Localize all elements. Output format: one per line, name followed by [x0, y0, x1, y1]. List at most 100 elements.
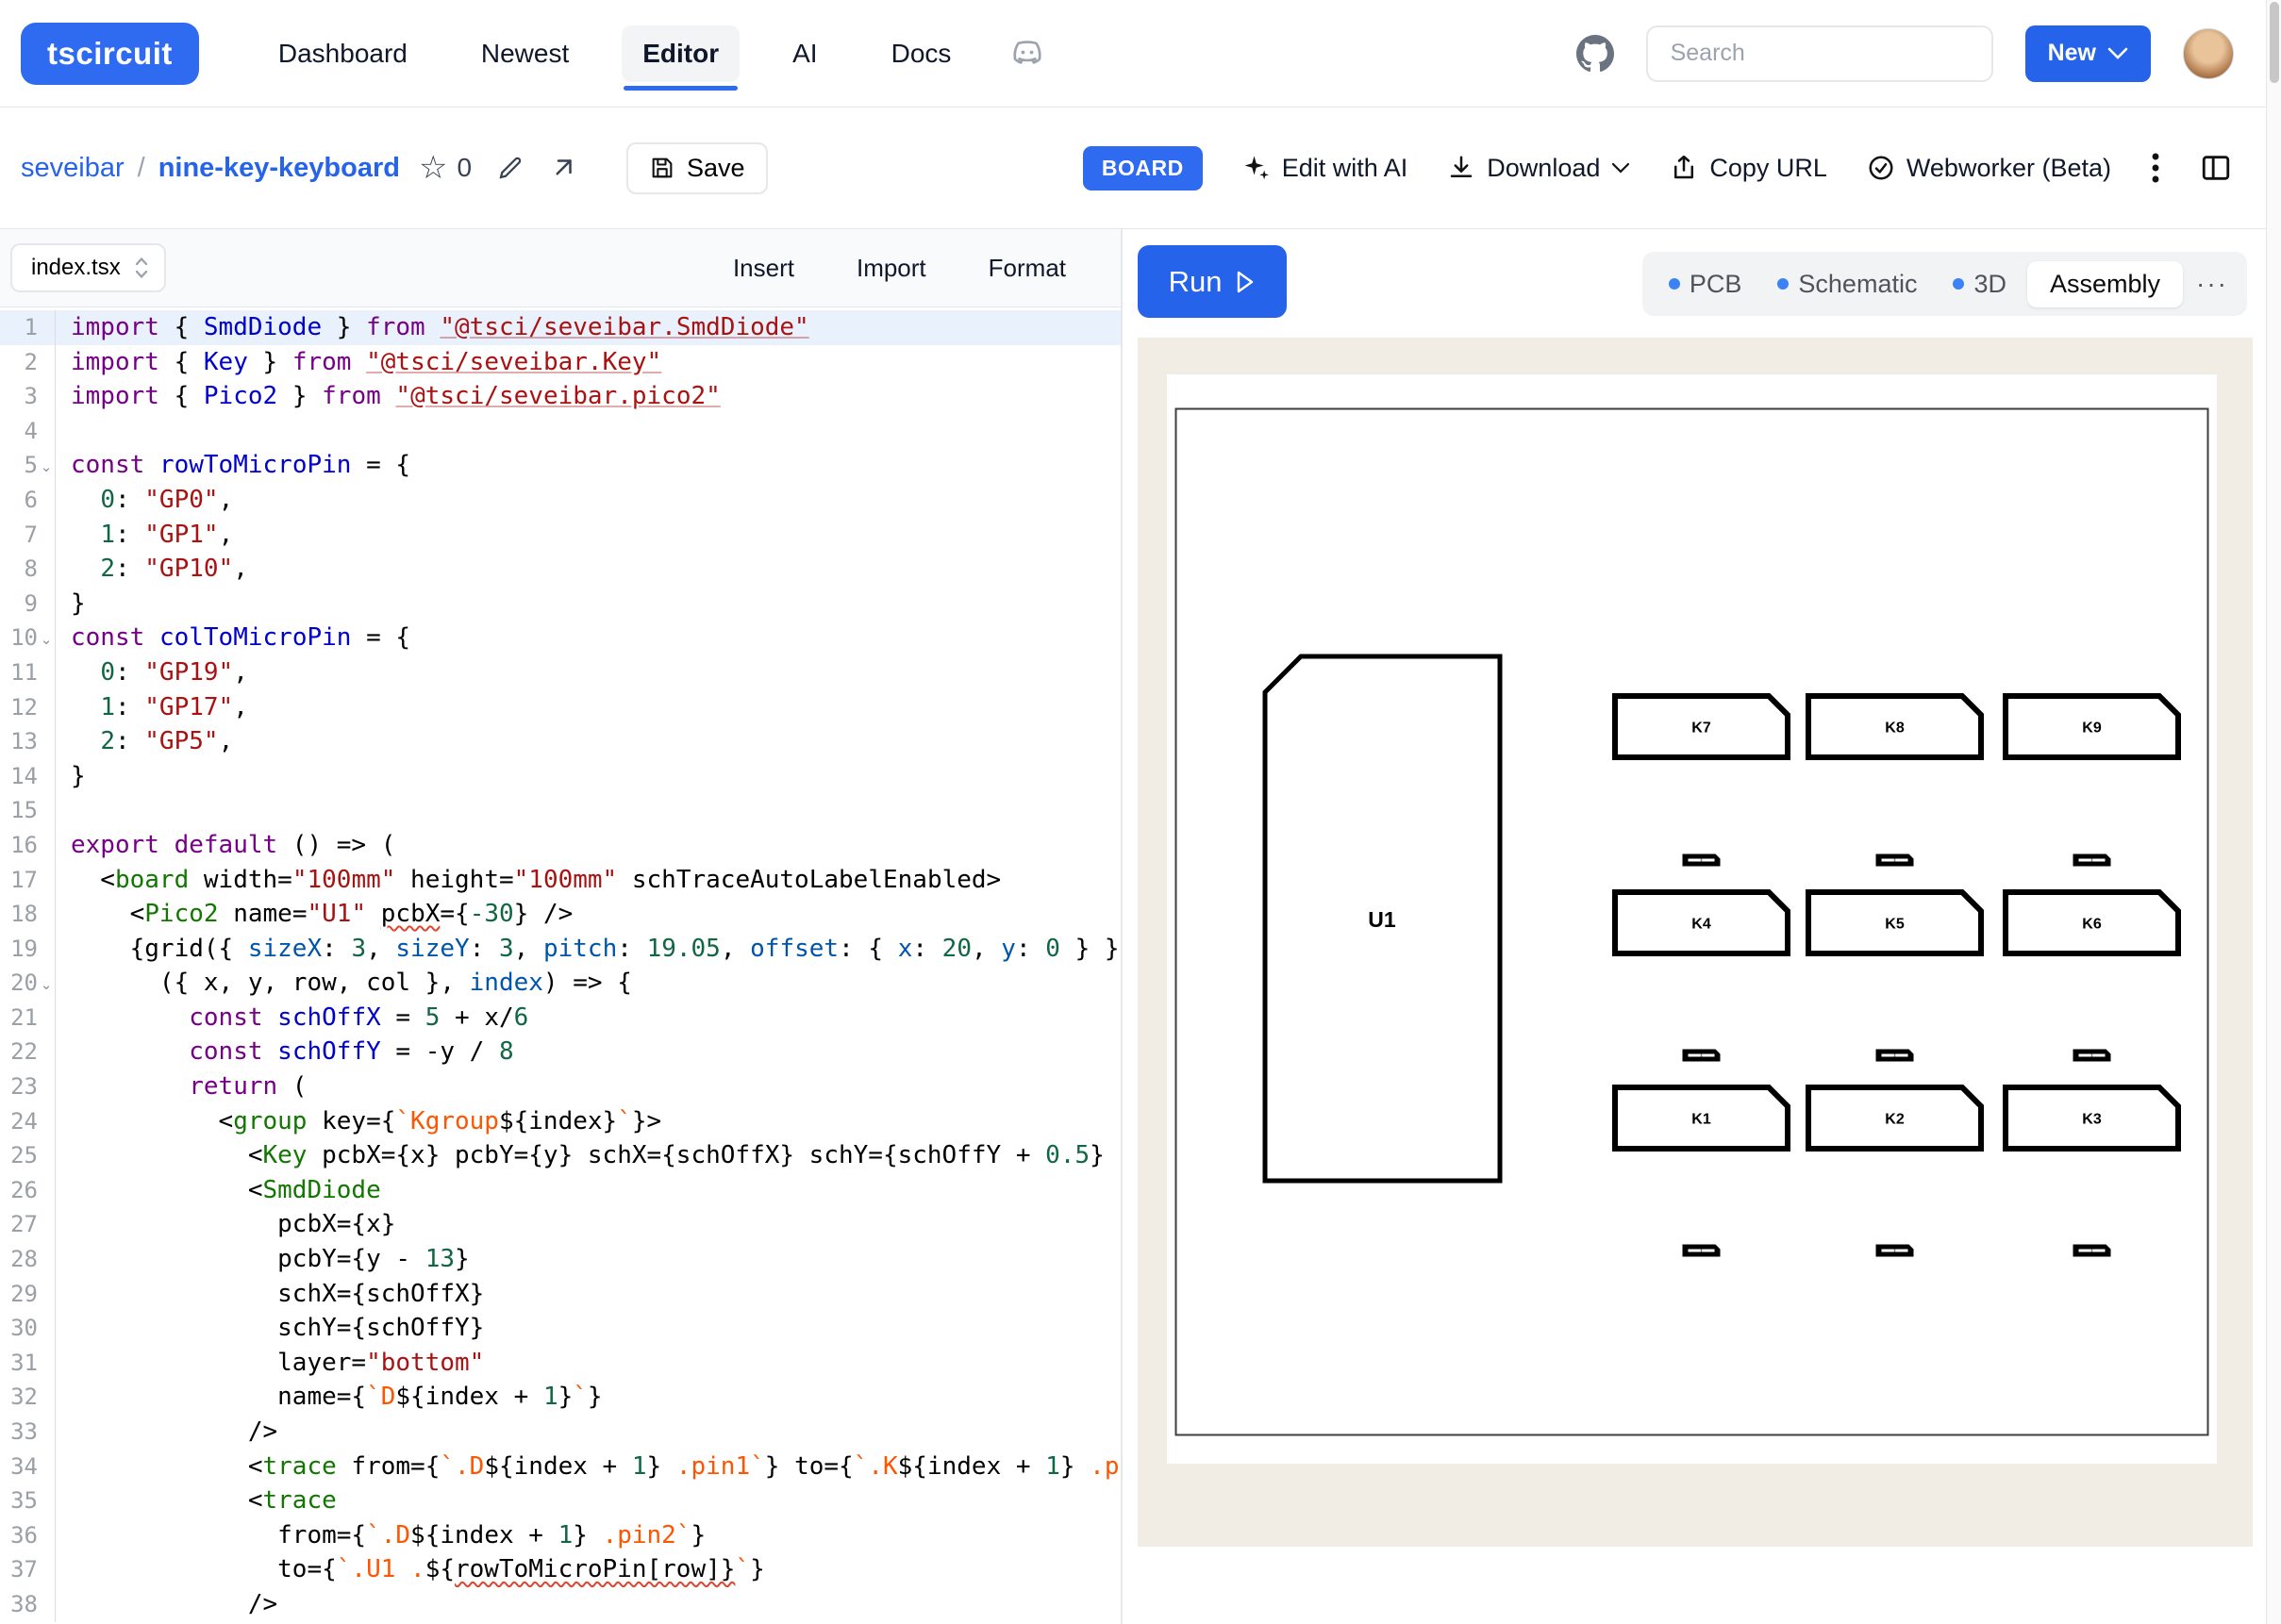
code-line[interactable]: 36 from={`.D${index + 1} .pin2`} — [0, 1518, 1121, 1553]
webworker-label: Webworker (Beta) — [1906, 154, 2111, 183]
tab-schematic[interactable]: Schematic — [1762, 270, 1932, 299]
rename-button[interactable] — [496, 154, 524, 182]
component-k7-label: K7 — [1691, 721, 1711, 737]
code-line[interactable]: 10⌄const colToMicroPin = { — [0, 621, 1121, 655]
code-line[interactable]: 22 const schOffY = -y / 8 — [0, 1035, 1121, 1069]
code-line[interactable]: 35 <trace — [0, 1483, 1121, 1518]
sparkles-icon — [1242, 154, 1271, 182]
nav-link-newest[interactable]: Newest — [460, 25, 590, 82]
code-line[interactable]: 37 to={`.U1 .${rowToMicroPin[row]}`} — [0, 1552, 1121, 1587]
code-line[interactable]: 38 /> — [0, 1587, 1121, 1622]
code-line[interactable]: 2import { Key } from "@tsci/seveibar.Key… — [0, 345, 1121, 380]
code-line[interactable]: 23 return ( — [0, 1069, 1121, 1104]
line-gutter: 12 — [0, 690, 56, 725]
page-scrollbar[interactable] — [2266, 0, 2281, 1624]
code-line[interactable]: 26 <SmdDiode — [0, 1173, 1121, 1208]
line-gutter: 23 — [0, 1069, 56, 1104]
code-line[interactable]: 7 1: "GP1", — [0, 518, 1121, 553]
code-line[interactable]: 1import { SmdDiode } from "@tsci/seveiba… — [0, 310, 1121, 345]
code-line[interactable]: 11 0: "GP19", — [0, 655, 1121, 690]
tscircuit-logo[interactable]: tscircuit — [21, 23, 199, 85]
toggle-panel-button[interactable] — [2200, 152, 2232, 184]
play-icon — [1235, 270, 1256, 294]
nav-link-docs[interactable]: Docs — [871, 25, 973, 82]
code-line[interactable]: 9} — [0, 587, 1121, 621]
line-gutter: 35 — [0, 1483, 56, 1518]
tab-3d[interactable]: 3D — [1938, 270, 2022, 299]
tab-assembly[interactable]: Assembly — [2027, 261, 2183, 307]
code-line[interactable]: 24 <group key={`Kgroup${index}`}> — [0, 1104, 1121, 1139]
assembly-canvas[interactable]: U1K7K8K9K4K5K6K1K2K3 — [1138, 338, 2253, 1547]
download-button[interactable]: Download — [1447, 154, 1630, 183]
file-select[interactable]: index.tsx — [10, 243, 166, 292]
copy-url-button[interactable]: Copy URL — [1670, 154, 1827, 183]
breadcrumb-actions: ☆ 0 Save — [419, 142, 768, 194]
save-button[interactable]: Save — [626, 142, 768, 194]
scrollbar-thumb[interactable] — [2270, 2, 2279, 83]
new-button[interactable]: New — [2025, 25, 2151, 82]
line-gutter: 37 — [0, 1552, 56, 1587]
line-gutter: 14 — [0, 759, 56, 794]
code-line[interactable]: 5⌄const rowToMicroPin = { — [0, 448, 1121, 483]
code-line[interactable]: 28 pcbY={y - 13} — [0, 1242, 1121, 1277]
tab-pcb[interactable]: PCB — [1654, 270, 1757, 299]
line-gutter: 17 — [0, 863, 56, 898]
webworker-button[interactable]: Webworker (Beta) — [1867, 154, 2111, 183]
code-line[interactable]: 4 — [0, 414, 1121, 449]
edit-with-ai-button[interactable]: Edit with AI — [1242, 154, 1408, 183]
nav-link-editor[interactable]: Editor — [622, 25, 740, 82]
avatar[interactable] — [2183, 28, 2234, 79]
code-line[interactable]: 15 — [0, 793, 1121, 828]
code-line[interactable]: 16export default () => ( — [0, 828, 1121, 863]
line-gutter: 24 — [0, 1104, 56, 1139]
discord-icon[interactable] — [1009, 36, 1045, 72]
line-gutter: 7 — [0, 518, 56, 553]
code-line[interactable]: 27 pcbX={x} — [0, 1207, 1121, 1242]
fold-chevron-icon[interactable]: ⌄ — [38, 966, 55, 1001]
code-editor[interactable]: 1import { SmdDiode } from "@tsci/seveiba… — [0, 307, 1121, 1622]
line-gutter: 33 — [0, 1415, 56, 1450]
open-external-button[interactable] — [549, 154, 577, 182]
search-input[interactable] — [1646, 25, 1993, 82]
code-line[interactable]: 25 <Key pcbX={x} pcbY={y} schX={schOffX}… — [0, 1138, 1121, 1173]
menu-import[interactable]: Import — [857, 254, 926, 283]
breadcrumb-owner-link[interactable]: seveibar — [21, 153, 125, 184]
menu-insert[interactable]: Insert — [733, 254, 794, 283]
fold-chevron-icon[interactable]: ⌄ — [38, 621, 55, 655]
line-gutter: 6 — [0, 483, 56, 518]
code-line[interactable]: 20⌄ ({ x, y, row, col }, index) => { — [0, 966, 1121, 1001]
code-line[interactable]: 21 const schOffX = 5 + x/6 — [0, 1001, 1121, 1036]
line-gutter: 25 — [0, 1138, 56, 1173]
code-line[interactable]: 33 /> — [0, 1415, 1121, 1450]
github-icon[interactable] — [1576, 35, 1614, 73]
board-badge[interactable]: BOARD — [1083, 146, 1203, 191]
code-line[interactable]: 3import { Pico2 } from "@tsci/seveibar.p… — [0, 379, 1121, 414]
code-line[interactable]: 30 schY={schOffY} — [0, 1311, 1121, 1346]
code-line[interactable]: 18 <Pico2 name="U1" pcbX={-30} /> — [0, 897, 1121, 932]
code-line[interactable]: 6 0: "GP0", — [0, 483, 1121, 518]
code-line[interactable]: 31 layer="bottom" — [0, 1346, 1121, 1381]
code-line[interactable]: 34 <trace from={`.D${index + 1} .pin1`} … — [0, 1450, 1121, 1484]
code-line[interactable]: 13 2: "GP5", — [0, 724, 1121, 759]
line-gutter: 11 — [0, 655, 56, 690]
assembly-drawing: U1K7K8K9K4K5K6K1K2K3 — [1167, 374, 2217, 1464]
more-options-button[interactable] — [2151, 151, 2160, 185]
fold-chevron-icon[interactable]: ⌄ — [38, 448, 55, 483]
code-line[interactable]: 8 2: "GP10", — [0, 552, 1121, 587]
star-button[interactable]: ☆ 0 — [419, 152, 472, 184]
code-line[interactable]: 32 name={`D${index + 1}`} — [0, 1380, 1121, 1415]
code-line[interactable]: 17 <board width="100mm" height="100mm" s… — [0, 863, 1121, 898]
nav-link-dashboard[interactable]: Dashboard — [258, 25, 428, 82]
code-line[interactable]: 12 1: "GP17", — [0, 690, 1121, 725]
component-u1-label: U1 — [1368, 907, 1396, 932]
code-line[interactable]: 19 {grid({ sizeX: 3, sizeY: 3, pitch: 19… — [0, 932, 1121, 967]
component-k8-label: K8 — [1885, 721, 1905, 737]
tabs-more-button[interactable]: ··· — [2189, 269, 2236, 299]
code-line[interactable]: 14} — [0, 759, 1121, 794]
menu-format[interactable]: Format — [989, 254, 1066, 283]
nav-link-ai[interactable]: AI — [772, 25, 838, 82]
code-line[interactable]: 29 schX={schOffX} — [0, 1277, 1121, 1312]
run-button[interactable]: Run — [1138, 245, 1287, 318]
project-toolbar: seveibar / nine-key-keyboard ☆ 0 Save BO… — [0, 108, 2266, 229]
breadcrumb-project-link[interactable]: nine-key-keyboard — [158, 153, 400, 184]
